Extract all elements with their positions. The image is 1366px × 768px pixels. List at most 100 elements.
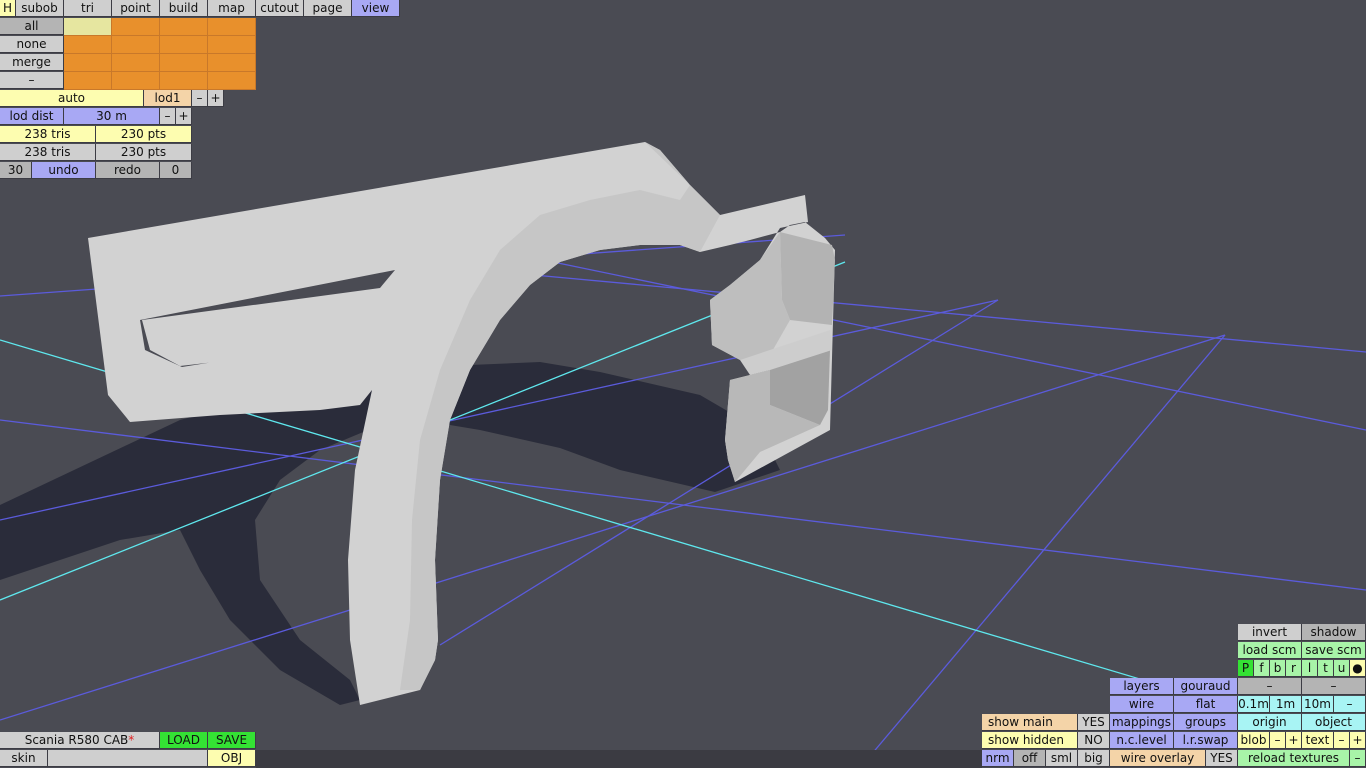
dot-toggle[interactable]: ● [1350, 660, 1366, 677]
undo-count: 30 [0, 162, 32, 179]
off-button[interactable]: off [1014, 750, 1046, 767]
dash-button[interactable]: – [1302, 678, 1366, 695]
blob-minus-button[interactable]: – [1270, 732, 1286, 749]
step-10m-button[interactable]: 10m [1302, 696, 1334, 713]
wire-button[interactable]: wire [1110, 696, 1174, 713]
obj-button[interactable]: OBJ [208, 750, 256, 767]
bottom-status-strip [256, 750, 982, 768]
skin-button[interactable]: skin [0, 750, 48, 767]
sml-button[interactable]: sml [1046, 750, 1078, 767]
invert-button[interactable]: invert [1238, 624, 1302, 641]
modified-mark: * [128, 733, 135, 747]
flat-button[interactable]: flat [1174, 696, 1238, 713]
layers-button[interactable]: layers [1110, 678, 1174, 695]
wire-overlay-label[interactable]: wire overlay [1110, 750, 1206, 767]
tri-count: 238 tris [0, 144, 96, 161]
tab-subob[interactable]: subob [16, 0, 64, 17]
color-swatch[interactable] [64, 54, 112, 72]
step-0-1m-button[interactable]: 0.1m [1238, 696, 1270, 713]
color-swatch[interactable] [112, 54, 160, 72]
color-swatch[interactable] [64, 18, 112, 36]
mappings-button[interactable]: mappings [1110, 714, 1174, 731]
tab-help[interactable]: H [0, 0, 16, 17]
origin-button[interactable]: origin [1238, 714, 1302, 731]
color-swatch[interactable] [112, 36, 160, 54]
blob-button[interactable]: blob [1238, 732, 1270, 749]
big-button[interactable]: big [1078, 750, 1110, 767]
wire-overlay-value[interactable]: YES [1206, 750, 1238, 767]
lod-minus-button[interactable]: – [192, 90, 208, 107]
text-button[interactable]: text [1302, 732, 1334, 749]
color-swatch[interactable] [160, 72, 208, 90]
text-minus-button[interactable]: – [1334, 732, 1350, 749]
step-1m-button[interactable]: 1m [1270, 696, 1302, 713]
lod-auto-button[interactable]: auto [0, 90, 144, 107]
color-swatch[interactable] [160, 36, 208, 54]
groups-button[interactable]: groups [1174, 714, 1238, 731]
channel-r-toggle[interactable]: r [1286, 660, 1302, 677]
tab-view[interactable]: view [352, 0, 400, 17]
point-count: 230 pts [96, 144, 192, 161]
redo-count: 0 [160, 162, 192, 179]
color-swatch[interactable] [208, 36, 256, 54]
merge-button[interactable]: merge [0, 54, 64, 71]
color-swatch[interactable] [208, 72, 256, 90]
lod-level-button[interactable]: lod1 [144, 90, 192, 107]
file-name-text: Scania R580 CAB [24, 733, 129, 747]
tab-point[interactable]: point [112, 0, 160, 17]
color-swatch[interactable] [160, 18, 208, 36]
lod-dist-minus-button[interactable]: – [160, 108, 176, 125]
channel-l-toggle[interactable]: l [1302, 660, 1318, 677]
text-plus-button[interactable]: + [1350, 732, 1366, 749]
color-swatch[interactable] [64, 72, 112, 90]
color-swatch[interactable] [208, 54, 256, 72]
color-swatch[interactable] [160, 54, 208, 72]
object-button[interactable]: object [1302, 714, 1366, 731]
3d-viewport[interactable] [0, 0, 1366, 768]
color-swatch[interactable] [112, 72, 160, 90]
blob-plus-button[interactable]: + [1286, 732, 1302, 749]
show-hidden-value[interactable]: NO [1078, 732, 1110, 749]
file-name: Scania R580 CAB* [0, 732, 160, 749]
lod-dist-value[interactable]: 30 m [64, 108, 160, 125]
step-minus-button[interactable]: – [1334, 696, 1366, 713]
channel-f-toggle[interactable]: f [1254, 660, 1270, 677]
tab-tri[interactable]: tri [64, 0, 112, 17]
color-swatch[interactable] [208, 18, 256, 36]
select-none-button[interactable]: none [0, 36, 64, 53]
gouraud-button[interactable]: gouraud [1174, 678, 1238, 695]
show-main-label[interactable]: show main [982, 714, 1078, 731]
skin-field[interactable] [48, 750, 208, 767]
nc-level-button[interactable]: n.c.level [1110, 732, 1174, 749]
load-button[interactable]: LOAD [160, 732, 208, 749]
lod-dist-plus-button[interactable]: + [176, 108, 192, 125]
load-scm-button[interactable]: load scm [1238, 642, 1302, 659]
show-main-value[interactable]: YES [1078, 714, 1110, 731]
redo-button[interactable]: redo [96, 162, 160, 179]
channel-u-toggle[interactable]: u [1334, 660, 1350, 677]
undo-button[interactable]: undo [32, 162, 96, 179]
tab-cutout[interactable]: cutout [256, 0, 304, 17]
save-scm-button[interactable]: save scm [1302, 642, 1366, 659]
show-hidden-label[interactable]: show hidden [982, 732, 1078, 749]
tab-map[interactable]: map [208, 0, 256, 17]
color-swatch[interactable] [64, 36, 112, 54]
point-count: 230 pts [96, 126, 192, 143]
channel-b-toggle[interactable]: b [1270, 660, 1286, 677]
select-all-button[interactable]: all [0, 18, 64, 35]
tab-page[interactable]: page [304, 0, 352, 17]
dash-button[interactable]: – [1238, 678, 1302, 695]
color-swatch[interactable] [112, 18, 160, 36]
shadow-button[interactable]: shadow [1302, 624, 1366, 641]
save-button[interactable]: SAVE [208, 732, 256, 749]
lr-swap-button[interactable]: l.r.swap [1174, 732, 1238, 749]
lod-plus-button[interactable]: + [208, 90, 224, 107]
nrm-button[interactable]: nrm [982, 750, 1014, 767]
tab-build[interactable]: build [160, 0, 208, 17]
channel-p-toggle[interactable]: P [1238, 660, 1254, 677]
lod-dist-label: lod dist [0, 108, 64, 125]
dash-button[interactable]: – [0, 72, 64, 89]
reload-textures-button[interactable]: reload textures [1238, 750, 1350, 767]
reload-minus-button[interactable]: – [1350, 750, 1366, 767]
channel-t-toggle[interactable]: t [1318, 660, 1334, 677]
